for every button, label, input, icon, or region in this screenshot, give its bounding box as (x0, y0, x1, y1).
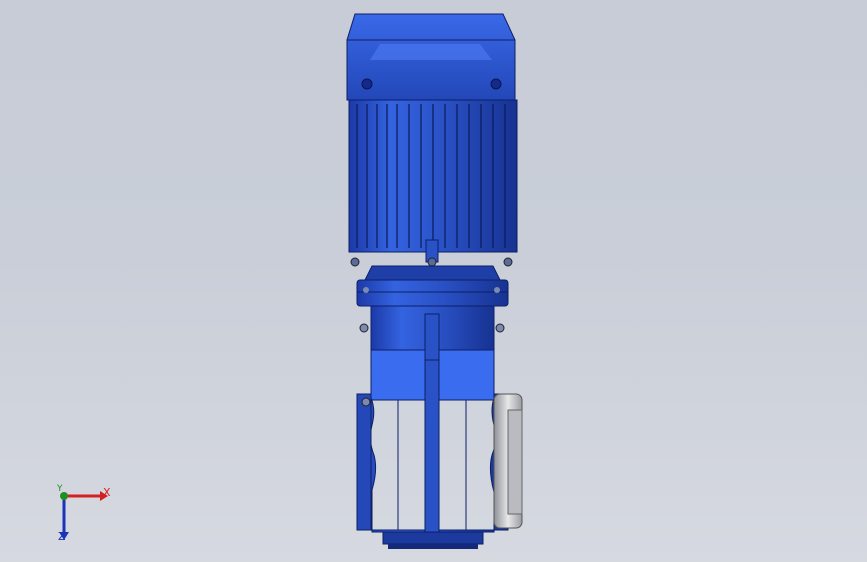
gear-motor-model[interactable] (0, 0, 867, 562)
x-axis-label: X (103, 486, 111, 499)
motor-fan-cover (346, 13, 516, 101)
z-axis-label: Z (58, 530, 66, 543)
coordinate-triad (59, 491, 108, 540)
motor-finned-body (348, 99, 518, 267)
gearbox-base (382, 531, 484, 549)
y-axis-label: Y (57, 484, 63, 494)
output-flange (493, 393, 523, 529)
graphics-viewport[interactable]: X Y Z (0, 0, 867, 562)
adapter-flange (356, 265, 509, 307)
gearbox-housing (356, 305, 509, 533)
